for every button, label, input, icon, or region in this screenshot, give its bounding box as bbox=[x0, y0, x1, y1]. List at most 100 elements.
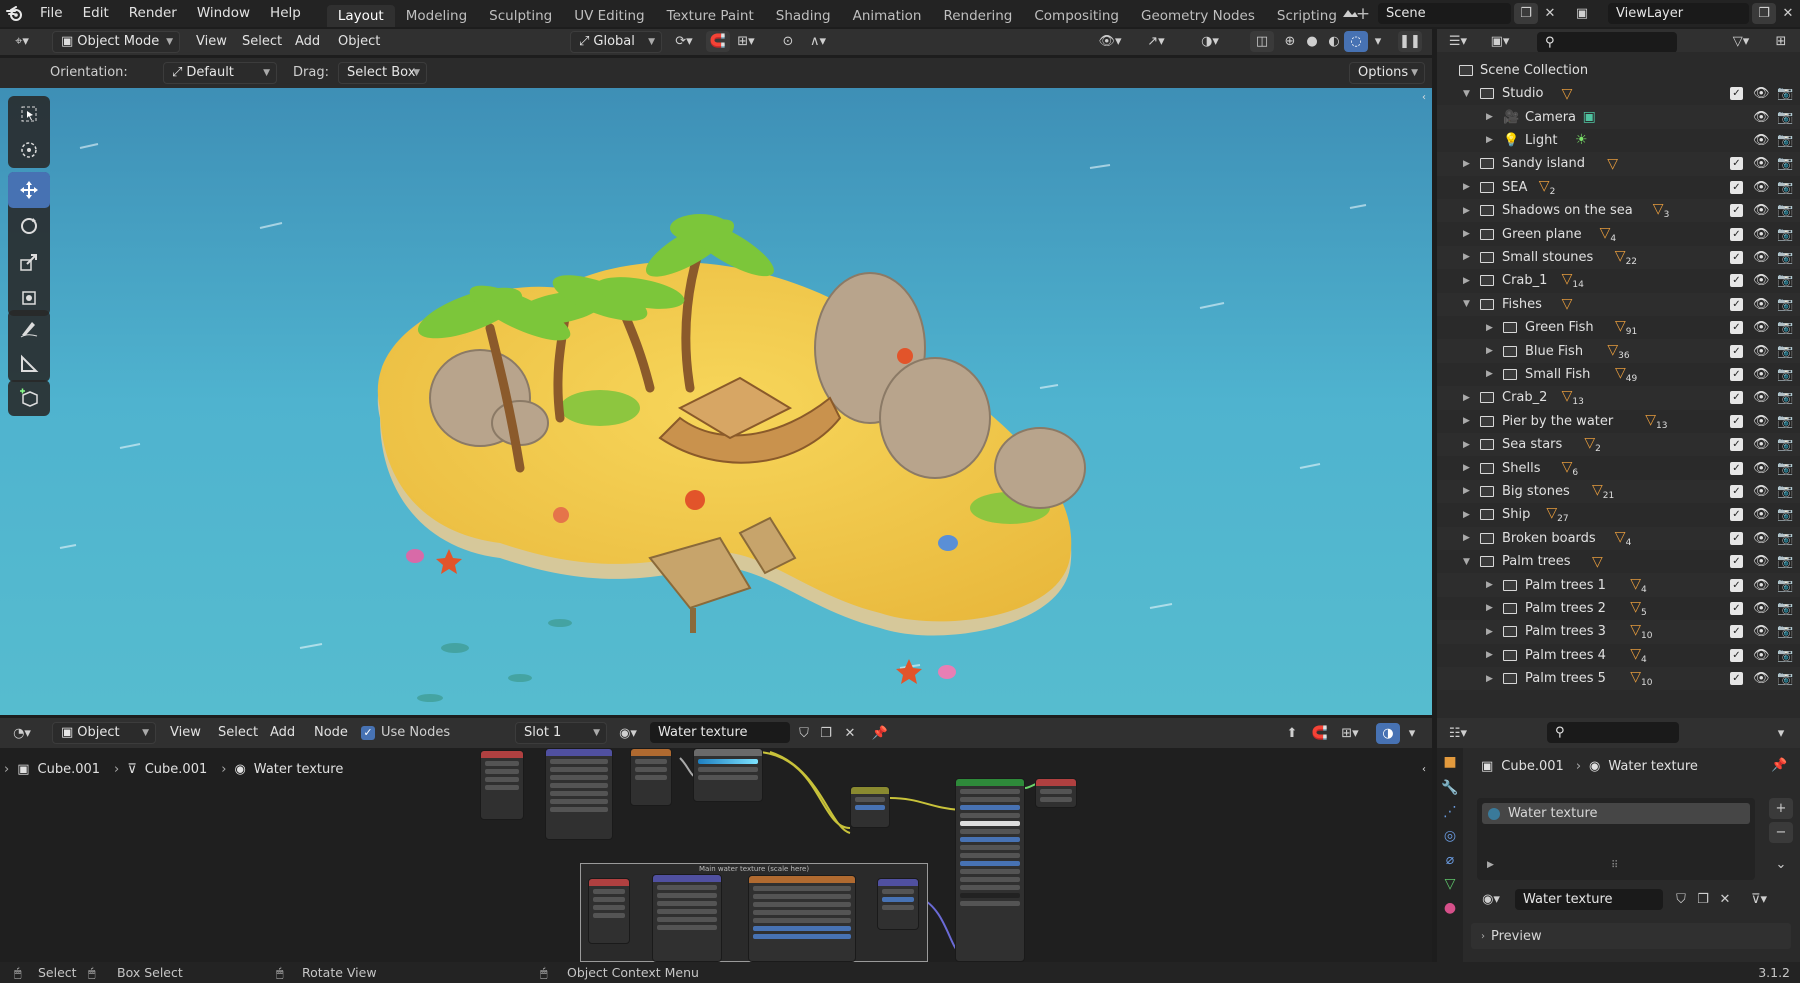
browse-material-icon[interactable]: ◉▾ bbox=[1479, 889, 1503, 910]
node-snap-target-icon[interactable]: ⊞▾ bbox=[1338, 723, 1362, 744]
new-scene-icon[interactable]: ❐ bbox=[1514, 3, 1538, 24]
duplicate-material-icon[interactable]: ❐ bbox=[1691, 889, 1715, 910]
move-tool[interactable] bbox=[8, 172, 50, 208]
render-visibility-icon[interactable]: 📷 bbox=[1777, 320, 1793, 335]
outliner-item-sandy-island[interactable]: ▶ Sandy island ▽ ✓ 👁 📷 bbox=[1437, 152, 1800, 176]
eye-icon[interactable]: 👁 bbox=[1753, 531, 1770, 546]
eye-icon[interactable]: 👁 bbox=[1753, 461, 1770, 476]
exclude-checkbox[interactable]: ✓ bbox=[1730, 227, 1743, 241]
exclude-checkbox[interactable]: ✓ bbox=[1730, 414, 1743, 428]
outliner-item-ship[interactable]: ▶ Ship ▽27 ✓ 👁 📷 bbox=[1437, 503, 1800, 526]
render-visibility-icon[interactable]: 📷 bbox=[1777, 507, 1793, 522]
material-name-field[interactable]: Water texture bbox=[650, 722, 790, 743]
node-frame-bump[interactable] bbox=[877, 878, 919, 930]
outliner-item-sea-stars[interactable]: ▶ Sea stars ▽2 ✓ 👁 📷 bbox=[1437, 433, 1800, 457]
outliner-item-big-stones[interactable]: ▶ Big stones ▽21 ✓ 👁 📷 bbox=[1437, 479, 1800, 504]
slot-specials-icon[interactable]: ⌄ bbox=[1769, 854, 1793, 875]
scale-tool[interactable] bbox=[8, 244, 50, 280]
eye-icon[interactable]: 👁 bbox=[1753, 390, 1770, 405]
eye-icon[interactable]: 👁 bbox=[1753, 133, 1770, 148]
outliner-item-pier-by-the-water[interactable]: ▶ Pier by the water ▽13 ✓ 👁 📷 bbox=[1437, 410, 1800, 433]
render-visibility-icon[interactable]: 📷 bbox=[1777, 648, 1793, 663]
object-count-badge[interactable]: ▽22 bbox=[1615, 248, 1637, 267]
exclude-checkbox[interactable]: ✓ bbox=[1730, 508, 1743, 522]
object-count-badge[interactable]: ▽49 bbox=[1615, 365, 1637, 384]
shading-options-icon[interactable]: ▾ bbox=[1366, 31, 1390, 52]
tab-layout[interactable]: Layout bbox=[326, 5, 395, 27]
node-overlay-options-icon[interactable]: ▾ bbox=[1400, 723, 1424, 744]
exclude-checkbox[interactable]: ✓ bbox=[1730, 484, 1743, 498]
tab-uv-editing[interactable]: UV Editing bbox=[563, 5, 655, 27]
gizmo-icon[interactable]: ↗▾ bbox=[1144, 31, 1168, 52]
eye-icon[interactable]: 👁 bbox=[1753, 437, 1770, 452]
pause-render-icon[interactable]: ❚❚ bbox=[1398, 31, 1422, 52]
editor-type-icon[interactable]: ⌖▾ bbox=[10, 31, 34, 52]
node-menu-add[interactable]: Add bbox=[270, 720, 295, 746]
scene-selector-icon[interactable] bbox=[1338, 3, 1362, 24]
expand-icon[interactable]: ▶ bbox=[1463, 510, 1470, 520]
expand-icon[interactable]: ▶ bbox=[1486, 135, 1493, 145]
exclude-checkbox[interactable]: ✓ bbox=[1730, 344, 1743, 358]
new-collection-icon[interactable]: ⊞ bbox=[1769, 31, 1793, 52]
render-visibility-icon[interactable]: 📷 bbox=[1777, 367, 1793, 382]
eye-icon[interactable]: 👁 bbox=[1753, 273, 1770, 288]
material-slot-list[interactable]: Water texture ▶ ⠿ bbox=[1477, 798, 1755, 880]
exclude-checkbox[interactable]: ✓ bbox=[1730, 531, 1743, 545]
object-count-badge[interactable]: ▽3 bbox=[1653, 201, 1670, 220]
tab-compositing[interactable]: Compositing bbox=[1023, 5, 1130, 27]
outliner-item-palm-trees-2[interactable]: ▶ Palm trees 2 ▽5 ✓ 👁 📷 bbox=[1437, 597, 1800, 620]
camera-data-icon[interactable]: ▣ bbox=[1583, 109, 1596, 125]
object-count-badge[interactable]: ▽ bbox=[1592, 554, 1603, 570]
eye-icon[interactable]: 👁 bbox=[1753, 601, 1770, 616]
node-noise-texture[interactable] bbox=[630, 748, 672, 806]
constraints-tab-icon[interactable]: ⌀ bbox=[1437, 852, 1463, 868]
exclude-checkbox[interactable]: ✓ bbox=[1730, 250, 1743, 264]
pivot-point-icon[interactable]: ⟳▾ bbox=[672, 31, 696, 52]
outliner-item-green-plane[interactable]: ▶ Green plane ▽4 ✓ 👁 📷 bbox=[1437, 222, 1800, 245]
tab-texture-paint[interactable]: Texture Paint bbox=[656, 5, 765, 27]
shader-type-selector[interactable]: ▣ Object ▼ bbox=[52, 722, 156, 744]
node-editor-canvas[interactable]: › ▣ Cube.001 › ⊽ Cube.001 › ◉ Water text… bbox=[0, 748, 1432, 962]
3d-viewport[interactable]: ‹ bbox=[0, 88, 1432, 715]
outliner-item-fishes[interactable]: ▼ Fishes ▽ ✓ 👁 📷 bbox=[1437, 292, 1800, 316]
expand-icon[interactable]: ▶ bbox=[1463, 159, 1470, 169]
expand-icon[interactable]: ▶ bbox=[1486, 580, 1493, 590]
viewport-menu-add[interactable]: Add bbox=[295, 29, 320, 55]
outliner-item-studio[interactable]: ▼ Studio ▽ ✓ 👁 📷 bbox=[1437, 82, 1800, 105]
node-texture-coordinate[interactable] bbox=[480, 750, 524, 820]
render-visibility-icon[interactable]: 📷 bbox=[1777, 461, 1793, 476]
delete-scene-icon[interactable]: ✕ bbox=[1538, 3, 1562, 24]
render-visibility-icon[interactable]: 📷 bbox=[1777, 297, 1793, 312]
object-count-badge[interactable]: ▽ bbox=[1562, 296, 1573, 312]
collapse-icon[interactable]: ▼ bbox=[1463, 89, 1470, 99]
properties-search-input[interactable]: ⚲ bbox=[1547, 722, 1679, 743]
expand-icon[interactable]: ▶ bbox=[1463, 463, 1470, 473]
outliner-item-broken-boards[interactable]: ▶ Broken boards ▽4 ✓ 👁 📷 bbox=[1437, 526, 1800, 550]
node-menu-view[interactable]: View bbox=[170, 720, 201, 746]
add-slot-button[interactable]: + bbox=[1769, 798, 1793, 819]
node-frame-texture-coordinate[interactable] bbox=[588, 878, 630, 944]
expand-icon[interactable]: ▶ bbox=[1463, 440, 1470, 450]
menu-edit[interactable]: Edit bbox=[73, 0, 119, 27]
eye-icon[interactable]: 👁 bbox=[1753, 297, 1770, 312]
expand-icon[interactable]: ▶ bbox=[1486, 323, 1493, 333]
object-count-badge[interactable]: ▽10 bbox=[1630, 622, 1652, 641]
eye-icon[interactable]: 👁 bbox=[1753, 484, 1770, 499]
expand-icon[interactable]: ▶ bbox=[1463, 182, 1470, 192]
object-count-badge[interactable]: ▽13 bbox=[1645, 412, 1667, 431]
delete-view-layer-icon[interactable]: ✕ bbox=[1776, 3, 1800, 24]
exclude-checkbox[interactable]: ✓ bbox=[1730, 391, 1743, 405]
expand-icon[interactable]: ▶ bbox=[1486, 603, 1493, 613]
outliner-item-palm-trees-3[interactable]: ▶ Palm trees 3 ▽10 ✓ 👁 📷 bbox=[1437, 620, 1800, 644]
expand-icon[interactable]: ▶ bbox=[1486, 369, 1493, 379]
rendered-shading-icon[interactable]: ◌ bbox=[1344, 31, 1368, 52]
expand-icon[interactable]: ▶ bbox=[1463, 276, 1470, 286]
eye-icon[interactable]: 👁 bbox=[1753, 578, 1770, 593]
render-visibility-icon[interactable]: 📷 bbox=[1777, 578, 1793, 593]
node-color-ramp[interactable] bbox=[693, 748, 763, 802]
annotate-tool[interactable] bbox=[8, 310, 50, 346]
eye-icon[interactable]: 👁 bbox=[1753, 554, 1770, 569]
tab-rendering[interactable]: Rendering bbox=[932, 5, 1023, 27]
expand-icon[interactable]: ▶ bbox=[1463, 393, 1470, 403]
measure-tool[interactable] bbox=[8, 346, 50, 382]
